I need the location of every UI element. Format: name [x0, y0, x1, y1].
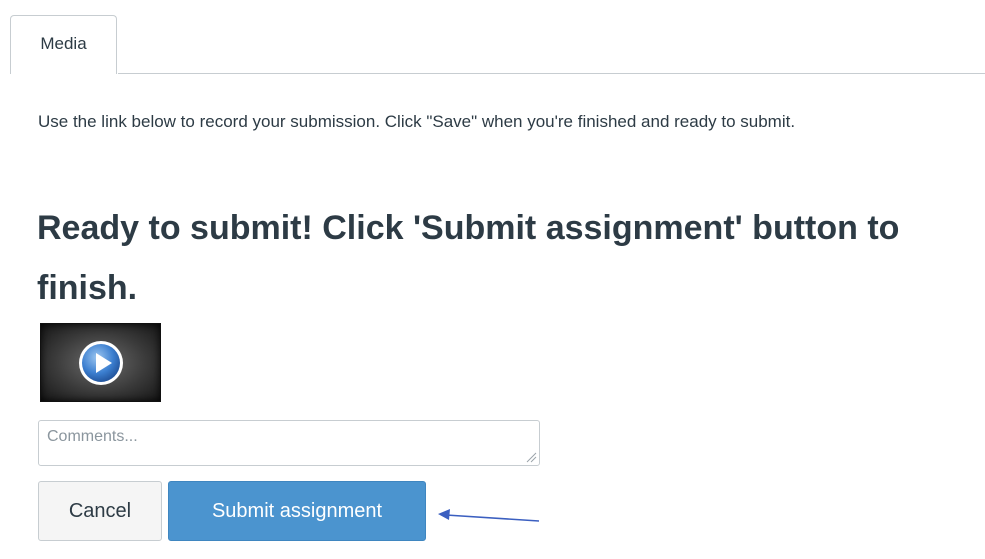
submit-assignment-button[interactable]: Submit assignment: [168, 481, 426, 541]
submission-instructions: Use the link below to record your submis…: [38, 112, 796, 131]
cancel-button[interactable]: Cancel: [38, 481, 162, 541]
play-icon: [79, 341, 123, 385]
cancel-button-label: Cancel: [68, 499, 132, 522]
annotation-arrow-icon: [438, 509, 540, 522]
comments-field[interactable]: [38, 420, 540, 466]
tab-bar-divider: [118, 73, 985, 74]
submit-assignment-button-label: Submit assignment: [211, 499, 383, 522]
tab-media[interactable]: Media: [10, 15, 117, 74]
resize-grip-icon[interactable]: [526, 452, 537, 463]
media-thumbnail[interactable]: [40, 323, 161, 402]
tab-media-label: Media: [40, 34, 87, 53]
tab-bar: Media: [0, 0, 985, 74]
submission-status-heading: Ready to submit! Click 'Submit assignmen…: [37, 209, 900, 307]
